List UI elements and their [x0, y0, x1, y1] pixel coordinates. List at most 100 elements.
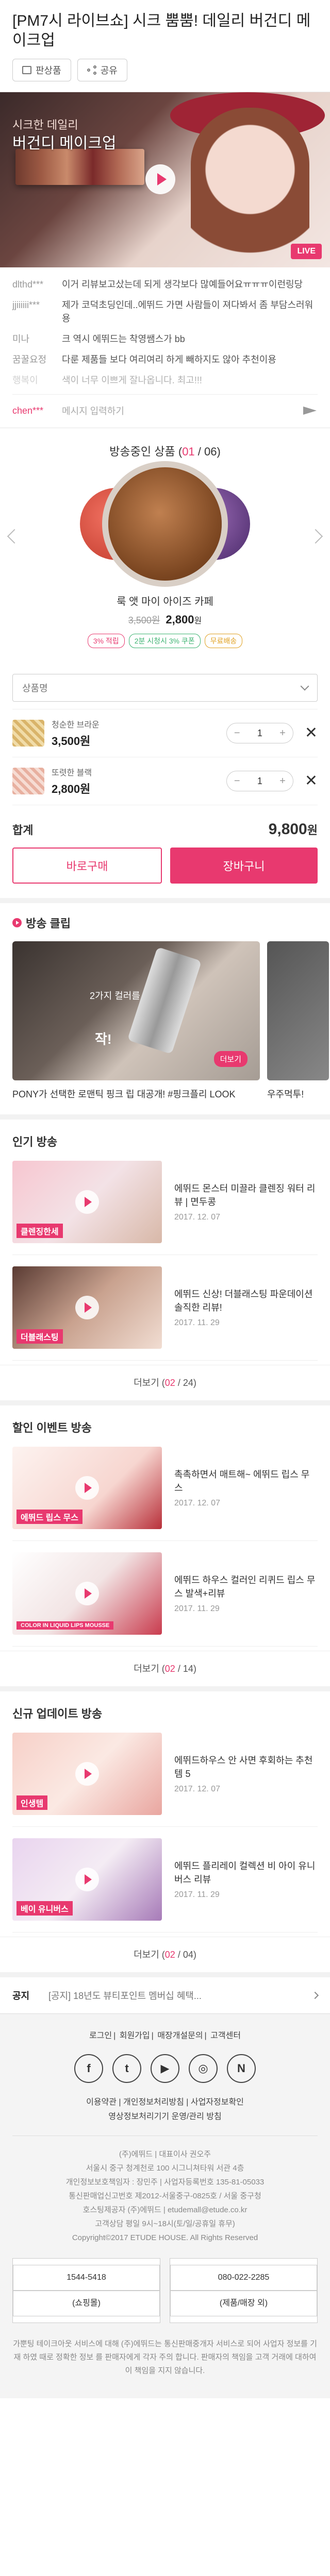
item-date: 2017. 12. 07 — [174, 1785, 220, 1793]
list-item[interactable]: 더블래스팅 에뛰드 신상! 더블래스팅 파운데이션 솔직한 리뷰! 2017. … — [12, 1255, 318, 1361]
live-chat: dlthd*** 이거 리뷰보고샀는데 되게 생각보다 많예들어요ㅠㅠㅠ이런링당 j… — [0, 267, 330, 428]
store-inquiry-link[interactable]: 매장개설문의 — [157, 2031, 203, 2040]
business-info-link[interactable]: 사업자정보확인 — [191, 2098, 244, 2107]
item-title: 에뛰드 신상! 더블래스팅 파운데이션 솔직한 리뷰! — [174, 1289, 313, 1313]
broadcast-title: [PM7시 라이브쇼] 시크 뿜뿜! 데일리 버건디 메이크업 — [12, 12, 311, 49]
footer: 로그인 | 회원가입 | 매장개설문의 | 고객센터 f t ▶ ◎ N 이용약관 |… — [0, 2014, 330, 2398]
item-title: 촉촉하면서 매트해~ 에뛰드 립스 무스 — [174, 1469, 310, 1493]
chat-text: 크 역시 에뛰드는 착영쌤스가 bb — [62, 334, 185, 344]
signup-link[interactable]: 회원가입 — [120, 2031, 150, 2040]
next-arrow-icon[interactable] — [308, 529, 323, 544]
sale-more-button[interactable]: 더보기 (02 / 14) — [0, 1651, 330, 1686]
option-swatch — [12, 720, 44, 747]
new-updates-more-button[interactable]: 더보기 (02 / 04) — [0, 1937, 330, 1972]
clip-card[interactable]: 우주먹투! — [267, 941, 329, 1101]
item-thumbnail[interactable]: 인생템 — [12, 1733, 162, 1815]
item-date: 2017. 12. 07 — [174, 1499, 220, 1507]
live-video-player[interactable]: 시크한 데일리 버건디 메이크업 LIVE — [0, 92, 330, 267]
item-title: 에뛰드 몬스터 미끌라 클렌징 워터 리뷰 | 면두콩 — [174, 1183, 316, 1207]
login-link[interactable]: 로그인 — [89, 2031, 112, 2040]
products-page-total: 06 — [204, 445, 217, 458]
youtube-icon[interactable]: ▶ — [151, 2054, 179, 2083]
product-option-select[interactable]: 상품명 — [12, 674, 318, 702]
item-thumbnail[interactable]: 베이 유니버스 — [12, 1838, 162, 1921]
tag-points: 3% 적립 — [87, 634, 125, 648]
option-row: 청순한 브라운 3,500원 − 1 + ✕ — [12, 709, 318, 757]
twitter-icon[interactable]: t — [112, 2054, 141, 2083]
naver-icon[interactable]: N — [227, 2054, 256, 2083]
minus-icon[interactable]: − — [234, 727, 240, 739]
item-thumbnail[interactable]: COLOR IN LIQUID LIPS MOUSSE — [12, 1552, 162, 1635]
chat-user: 행복이 — [12, 375, 38, 385]
option-name: 청순한 브라운 — [52, 721, 100, 730]
option-row: 또렷한 블랙 2,800원 − 1 + ✕ — [12, 757, 318, 805]
prev-arrow-icon[interactable] — [7, 529, 22, 544]
chat-message: 미나 크 역시 에뛰드는 착영쌤스가 bb — [12, 332, 318, 346]
remove-icon[interactable]: ✕ — [305, 725, 318, 741]
instagram-icon[interactable]: ◎ — [189, 2054, 218, 2083]
chat-input-row[interactable]: chen*** 메시지 입력하기 — [12, 394, 318, 422]
item-title: 에뛰드 플리레이 컬렉션 비 아이 유니버스 리뷰 — [174, 1861, 316, 1885]
plus-icon[interactable]: + — [279, 775, 286, 787]
product-phone-button[interactable]: 080-022-2285 (제품/매장 외) — [170, 2258, 318, 2323]
tag-free-shipping: 무료배송 — [204, 634, 243, 648]
eyeshadow-palette-image — [15, 149, 144, 185]
play-icon — [75, 1582, 99, 1605]
share-icon — [87, 65, 96, 75]
quantity-stepper[interactable]: − 1 + — [226, 723, 293, 743]
clip-thumbnail[interactable]: 2가지 컬러를 작! 더보기 — [12, 941, 260, 1080]
privacy-link[interactable]: 개인정보처리방침 — [123, 2098, 184, 2107]
clip-thumbnail[interactable] — [267, 941, 329, 1080]
send-icon[interactable] — [302, 404, 318, 417]
popular-more-button[interactable]: 더보기 (02 / 24) — [0, 1365, 330, 1400]
box-icon — [22, 66, 31, 74]
share-button[interactable]: 공유 — [77, 59, 127, 81]
chat-input[interactable]: 메시지 입력하기 — [62, 404, 302, 417]
order-total: 합계 9,800원 — [12, 821, 318, 838]
add-to-cart-button[interactable]: 장바구니 — [170, 848, 318, 884]
clip-card[interactable]: 2가지 컬러를 작! 더보기 PONY가 선택한 로맨틱 핑크 립 대공개! #… — [12, 941, 260, 1101]
broadcast-header: [PM7시 라이브쇼] 시크 뿜뿜! 데일리 버건디 메이크업 판상품 공유 — [0, 0, 330, 92]
chat-user: 꿈꿀요정 — [12, 354, 47, 365]
buy-now-button[interactable]: 바로구매 — [12, 848, 162, 884]
list-item[interactable]: COLOR IN LIQUID LIPS MOUSSE 에뛰드 하우스 컬러인 … — [12, 1541, 318, 1647]
product-tags: 3% 적립 2분 시청시 3% 쿠폰 무료배송 — [12, 634, 318, 648]
list-item[interactable]: 베이 유니버스 에뛰드 플리레이 컬렉션 비 아이 유니버스 리뷰 2017. … — [12, 1827, 318, 1933]
chat-text: 다룬 제품들 보다 여리여리 하게 빼하지도 않아 추천이용 — [62, 354, 276, 365]
play-icon[interactable] — [145, 164, 175, 194]
notice-text[interactable]: [공지] 18년도 뷰티포인트 멤버십 혜택... — [48, 1989, 312, 2002]
item-thumbnail[interactable]: 에뛰드 립스 무스 — [12, 1447, 162, 1529]
customer-center-link[interactable]: 고객센터 — [210, 2031, 241, 2040]
item-thumbnail[interactable]: 클렌징한세 — [12, 1161, 162, 1243]
list-item[interactable]: 인생템 에뛰드하우스 안 사면 후회하는 추천템 5 2017. 12. 07 — [12, 1721, 318, 1827]
plus-icon[interactable]: + — [279, 727, 286, 739]
play-icon — [75, 1190, 99, 1214]
new-updates-section: 신규 업데이트 방송 인생템 에뛰드하우스 안 사면 후회하는 추천템 5 20… — [0, 1691, 330, 1977]
option-price: 3,500원 — [52, 735, 91, 748]
item-thumbnail[interactable]: 더블래스팅 — [12, 1266, 162, 1349]
item-date: 2017. 11. 29 — [174, 1318, 220, 1327]
product-list-button[interactable]: 판상품 — [12, 59, 71, 81]
product-price: 3,500원 2,800원 — [128, 613, 202, 626]
live-badge: LIVE — [291, 244, 322, 259]
product-image — [80, 467, 250, 586]
remove-icon[interactable]: ✕ — [305, 773, 318, 789]
product-name: 룩 앳 마이 아이즈 카페 — [117, 596, 213, 607]
notice-bar[interactable]: 공지 [공지] 18년도 뷰티포인트 멤버십 혜택... — [0, 1977, 330, 2014]
tag-coupon: 2분 시청시 3% 쿠폰 — [128, 634, 201, 648]
clip-title: 우주먹투! — [267, 1089, 304, 1099]
play-icon — [75, 1868, 99, 1891]
cctv-policy-link[interactable]: 영상정보처리기기 운영/관리 방침 — [12, 2110, 318, 2124]
quantity-value: 1 — [257, 775, 262, 786]
chat-user: jjiiiiii*** — [12, 300, 40, 310]
quantity-stepper[interactable]: − 1 + — [226, 771, 293, 791]
minus-icon[interactable]: − — [234, 775, 240, 787]
shop-phone-button[interactable]: 1544-5418 (쇼핑몰) — [12, 2258, 160, 2323]
terms-link[interactable]: 이용약관 — [86, 2098, 117, 2107]
facebook-icon[interactable]: f — [74, 2054, 103, 2083]
list-item[interactable]: 클렌징한세 에뛰드 몬스터 미끌라 클렌징 워터 리뷰 | 면두콩 2017. … — [12, 1149, 318, 1255]
option-price: 2,800원 — [52, 783, 91, 795]
list-item[interactable]: 에뛰드 립스 무스 촉촉하면서 매트해~ 에뛰드 립스 무스 2017. 12.… — [12, 1435, 318, 1541]
sale-section: 할인 이벤트 방송 에뛰드 립스 무스 촉촉하면서 매트해~ 에뛰드 립스 무스… — [0, 1405, 330, 1691]
clip-more-badge[interactable]: 더보기 — [213, 1051, 248, 1067]
